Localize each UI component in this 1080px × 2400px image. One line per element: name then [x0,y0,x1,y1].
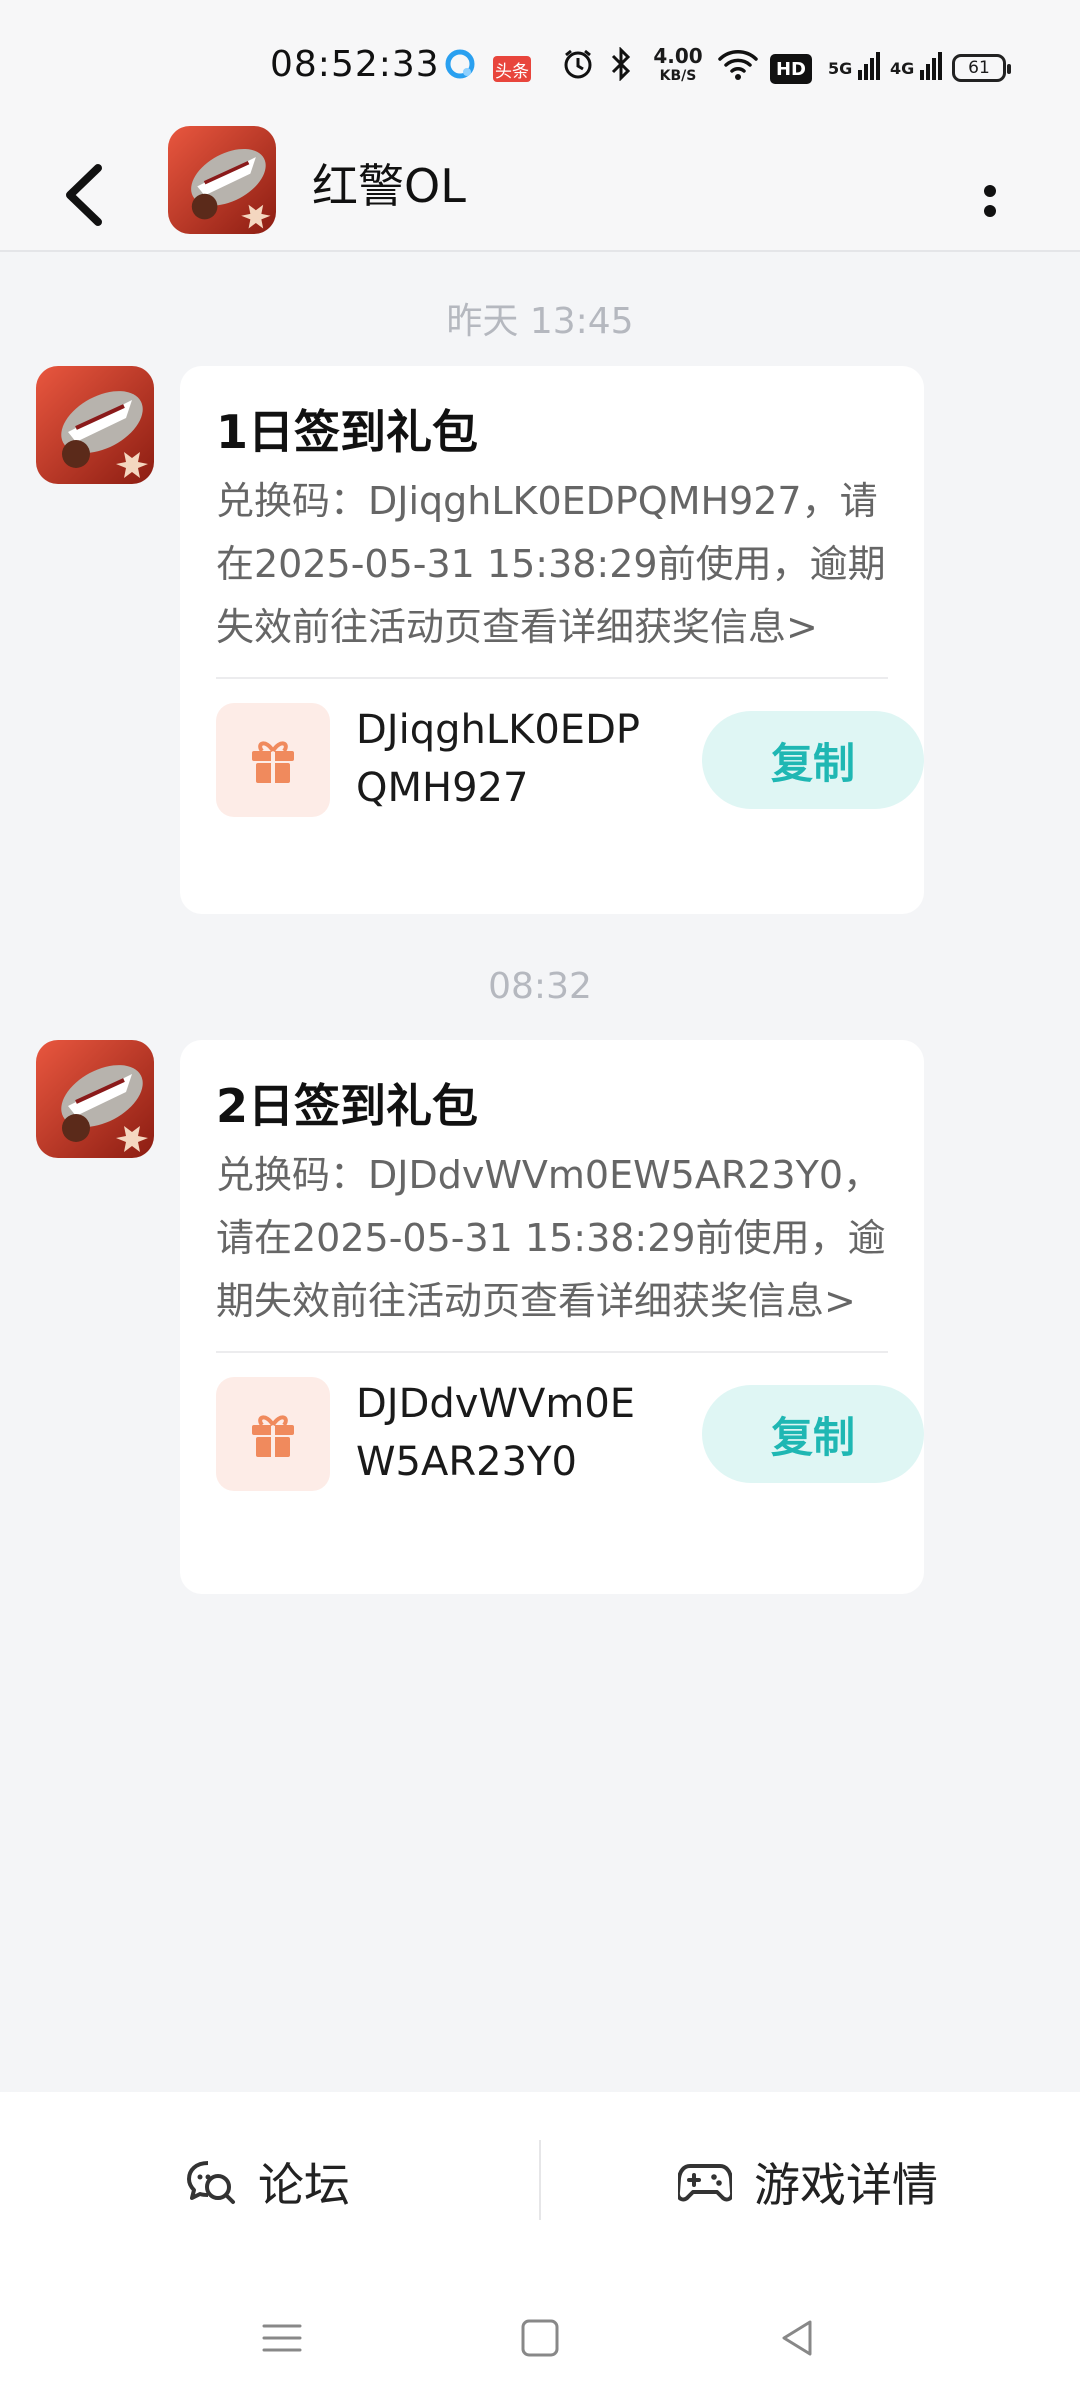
message-timestamp: 08:32 [488,966,592,1007]
bluetooth-icon [604,44,638,84]
status-bar: 08:52:33 头条 4.00 KB/S HD 5G 4G 61 [0,0,1080,120]
game-avatar[interactable] [168,126,276,234]
sender-avatar[interactable] [36,1040,154,1158]
tab-forum[interactable]: 论坛 [186,2092,350,2272]
more-dot-icon [984,185,996,197]
signal-bars-icon [919,52,942,80]
home-nav-button[interactable] [510,2308,570,2368]
redeem-code-row: DJDdvWVm0EW5AR23Y0 复制 [216,1353,924,1529]
battery-icon: 61 [952,54,1011,82]
bottom-tab-bar: 论坛 游戏详情 [0,2092,1080,2272]
chevron-left-icon [66,164,102,226]
gift-message-card: 1日签到礼包 兑换码：DJiqghLK0EDPQMH927，请在2025-05-… [180,366,924,914]
menu-icon [262,2324,302,2352]
menu-nav-button[interactable] [252,2308,312,2368]
browser-app-icon [440,44,480,84]
signal-5g-label: 5G [828,59,853,78]
gift-description-link[interactable]: 兑换码：DJDdvWVm0EW5AR23Y0，请在2025-05-31 15:3… [216,1144,888,1333]
signal-4g: 4G [890,50,944,80]
gift-description-link[interactable]: 兑换码：DJiqghLK0EDPQMH927，请在2025-05-31 15:3… [216,470,888,659]
more-dot-icon [984,205,996,217]
game-logo-icon [168,126,276,234]
gift-message-card: 2日签到礼包 兑换码：DJDdvWVm0EW5AR23Y0，请在2025-05-… [180,1040,924,1594]
redeem-code: DJiqghLK0EDPQMH927 [356,707,641,811]
back-triangle-icon [782,2320,812,2356]
copy-button[interactable]: 复制 [702,1385,924,1483]
back-button[interactable] [50,140,130,230]
forum-chat-icon [187,2161,235,2204]
page-title: 红警OL [312,159,466,213]
wifi-icon [716,44,760,84]
net-speed: 4.00 KB/S [648,46,708,86]
gamepad-icon [678,2164,732,2202]
redeem-code-row: DJiqghLK0EDPQMH927 复制 [216,679,924,855]
net-speed-value: 4.00 [653,44,703,68]
gift-title: 2日签到礼包 [216,1079,479,1133]
home-square-icon [521,2319,559,2357]
tab-forum-label: 论坛 [258,2158,350,2212]
gift-title: 1日签到礼包 [216,405,479,459]
sender-avatar[interactable] [36,366,154,484]
gift-icon [216,703,330,817]
toutiao-badge-icon: 头条 [493,56,531,82]
alarm-icon [558,44,598,84]
tab-game-details-label: 游戏详情 [754,2158,938,2212]
tab-game-details[interactable]: 游戏详情 [678,2092,938,2272]
chat-header: 红警OL [0,120,1080,252]
signal-4g-label: 4G [890,59,915,78]
signal-bars-icon [857,52,880,80]
hd-voice-icon: HD [770,54,812,84]
tab-divider [539,2140,541,2220]
game-logo-icon [36,1040,154,1158]
signal-5g: 5G [828,50,882,80]
system-nav-bar [0,2272,1080,2400]
message-timestamp: 昨天 13:45 [446,301,634,342]
gift-icon [216,1377,330,1491]
game-logo-icon [36,366,154,484]
copy-button[interactable]: 复制 [702,711,924,809]
redeem-code: DJDdvWVm0EW5AR23Y0 [356,1381,636,1485]
net-speed-unit: KB/S [659,68,697,84]
status-time: 08:52:33 [270,44,440,85]
more-options-button[interactable] [970,145,1010,225]
back-nav-button[interactable] [768,2308,828,2368]
